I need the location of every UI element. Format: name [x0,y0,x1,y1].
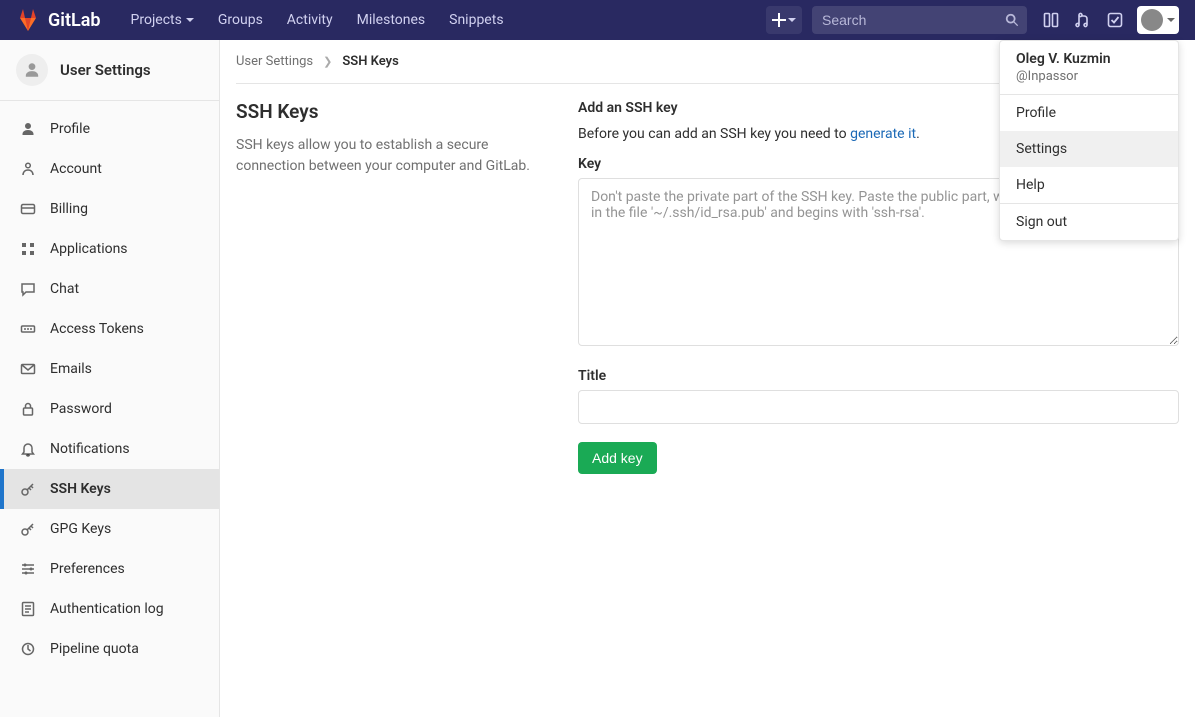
log-icon [20,601,36,617]
search-wrap [812,6,1027,34]
user-avatar-icon [16,54,48,86]
breadcrumb-parent[interactable]: User Settings [236,54,313,69]
key-icon [20,481,36,497]
new-dropdown-button[interactable] [766,6,802,34]
user-menu-toggle[interactable]: Oleg V. Kuzmin @Inpassor Profile Setting… [1137,6,1179,34]
sidebar-item-label: Authentication log [50,601,164,617]
nav-link-projects[interactable]: Projects [121,6,204,34]
sidebar-item-label: Billing [50,201,88,217]
chevron-down-icon [788,16,796,24]
page-description: SSH keys allow you to establish a secure… [236,135,546,177]
brand-logo[interactable]: GitLab [16,8,101,32]
sidebar-item-label: Profile [50,121,90,137]
issues-icon-button[interactable] [1035,4,1067,36]
sidebar-item-authentication-log[interactable]: Authentication log [0,589,219,629]
sidebar-item-label: Applications [50,241,128,257]
sidebar-item-password[interactable]: Password [0,389,219,429]
sidebar-item-account[interactable]: Account [0,149,219,189]
nav-link-snippets[interactable]: Snippets [439,6,513,34]
title-input[interactable] [578,390,1179,424]
sidebar-item-profile[interactable]: Profile [0,109,219,149]
bell-icon [20,441,36,457]
brand-name: GitLab [48,10,101,31]
breadcrumb-separator-icon: ❯ [323,55,332,68]
merge-requests-icon-button[interactable] [1067,4,1099,36]
generate-key-link[interactable]: generate it [850,126,916,142]
sidebar-item-label: Password [50,401,112,417]
avatar [1141,9,1163,31]
sidebar-item-notifications[interactable]: Notifications [0,429,219,469]
dropdown-item-signout[interactable]: Sign out [1000,204,1178,240]
chat-icon [20,281,36,297]
key-icon [20,521,36,537]
sidebar-item-label: Chat [50,281,79,297]
apps-icon [20,241,36,257]
sidebar-header[interactable]: User Settings [0,40,219,101]
merge-request-icon [1075,12,1091,28]
chevron-down-icon [1167,16,1175,24]
dropdown-user-name: Oleg V. Kuzmin [1016,51,1162,67]
nav-link-groups[interactable]: Groups [208,6,273,34]
card-icon [20,201,36,217]
mail-icon [20,361,36,377]
dropdown-item-profile[interactable]: Profile [1000,95,1178,131]
sidebar-item-preferences[interactable]: Preferences [0,549,219,589]
sidebar-item-billing[interactable]: Billing [0,189,219,229]
sidebar: User Settings Profile Account Billing Appli… [0,40,220,717]
sidebar-item-label: GPG Keys [50,521,111,537]
sidebar-item-emails[interactable]: Emails [0,349,219,389]
sidebar-item-access-tokens[interactable]: Access Tokens [0,309,219,349]
user-dropdown: Oleg V. Kuzmin @Inpassor Profile Setting… [999,40,1179,241]
nav-link-milestones[interactable]: Milestones [347,6,436,34]
prefs-icon [20,561,36,577]
sidebar-item-ssh-keys[interactable]: SSH Keys [0,469,219,509]
chevron-down-icon [186,16,194,24]
sidebar-item-label: Notifications [50,441,130,457]
sidebar-title: User Settings [60,61,151,79]
issues-icon [1043,12,1059,28]
sidebar-item-label: Access Tokens [50,321,144,337]
sidebar-item-label: Preferences [50,561,125,577]
dropdown-item-settings[interactable]: Settings [1000,131,1178,167]
token-icon [20,321,36,337]
sidebar-item-chat[interactable]: Chat [0,269,219,309]
sidebar-item-label: Account [50,161,102,177]
dropdown-header: Oleg V. Kuzmin @Inpassor [1000,41,1178,95]
pipeline-icon [20,641,36,657]
sidebar-item-label: Pipeline quota [50,641,139,657]
breadcrumb-current: SSH Keys [342,54,398,69]
nav-links: Projects Groups Activity Milestones Snip… [121,6,514,34]
sidebar-item-gpg-keys[interactable]: GPG Keys [0,509,219,549]
user-icon [20,121,36,137]
sidebar-item-label: Emails [50,361,92,377]
todos-icon-button[interactable] [1099,4,1131,36]
search-input[interactable] [812,6,1027,34]
top-nav: GitLab Projects Groups Activity Mileston… [0,0,1195,40]
sidebar-item-pipeline-quota[interactable]: Pipeline quota [0,629,219,669]
sidebar-item-applications[interactable]: Applications [0,229,219,269]
title-label: Title [578,368,1179,384]
gitlab-logo-icon [16,8,40,32]
page-title: SSH Keys [236,100,546,123]
sidebar-item-label: SSH Keys [50,481,111,497]
account-icon [20,161,36,177]
dropdown-item-help[interactable]: Help [1000,167,1178,203]
todos-icon [1107,12,1123,28]
lock-icon [20,401,36,417]
add-key-button[interactable]: Add key [578,442,657,474]
dropdown-user-handle: @Inpassor [1016,69,1162,84]
nav-link-activity[interactable]: Activity [277,6,343,34]
plus-icon [772,13,786,27]
